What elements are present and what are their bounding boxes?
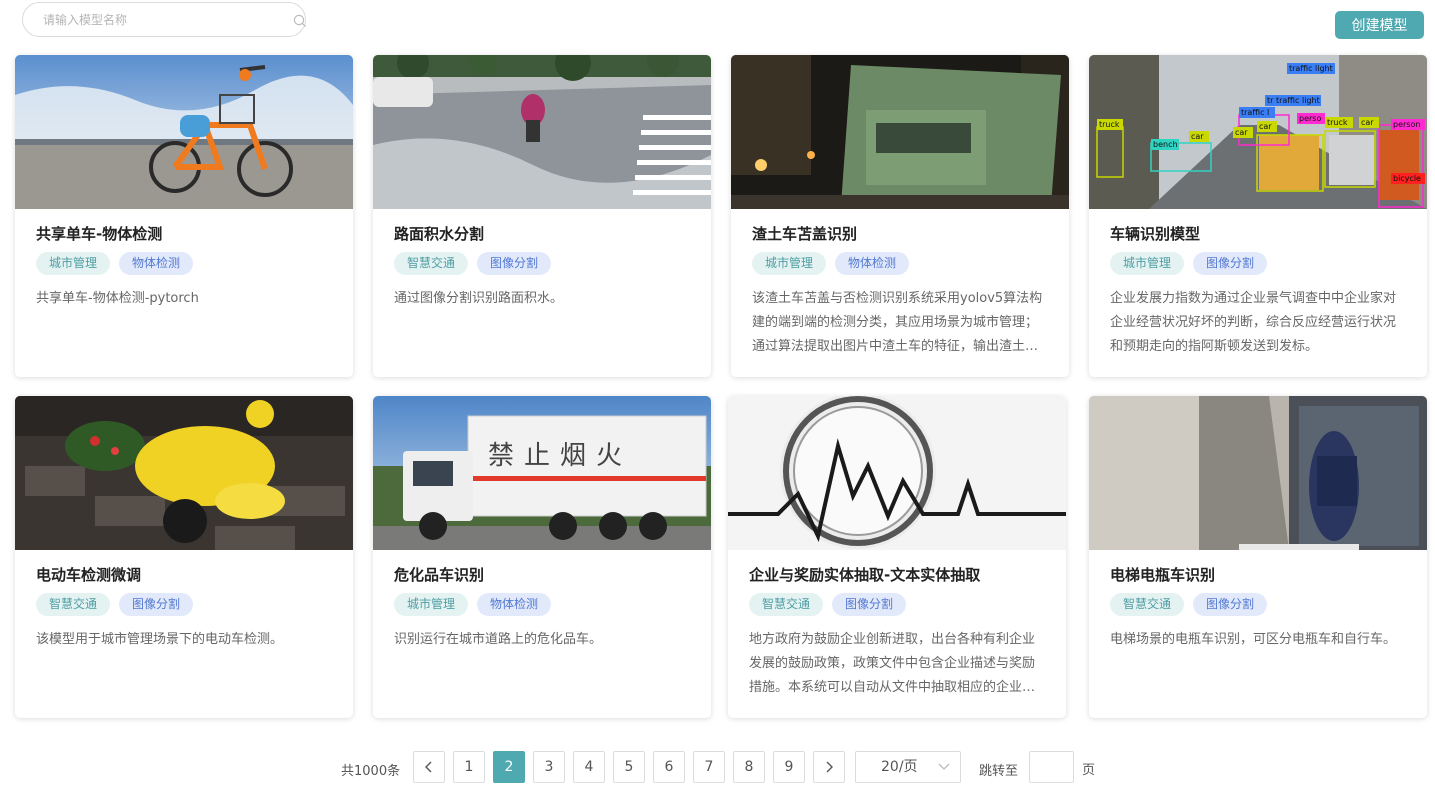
detection-label: perso <box>1299 114 1321 123</box>
search-icon[interactable] <box>293 14 307 28</box>
tag-scenario: 城市管理 <box>394 593 469 616</box>
page-size-select[interactable]: 20/页 <box>855 751 961 783</box>
model-thumbnail <box>15 396 353 550</box>
create-model-button[interactable]: 创建模型 <box>1335 11 1424 39</box>
model-title[interactable]: 渣土车苫盖识别 <box>752 223 857 244</box>
total-count: 共1000条 <box>341 764 401 779</box>
page-button-current[interactable]: 2 <box>493 751 525 783</box>
model-title[interactable]: 电梯电瓶车识别 <box>1110 564 1215 585</box>
tag-scenario: 城市管理 <box>36 252 111 275</box>
model-card[interactable]: 禁止烟火 危化品车识别 城市管理 物体检测 识别运行在城市道路上的危化品车。 <box>373 396 711 718</box>
tag-list: 智慧交通 图像分割 <box>749 593 907 617</box>
tag-scenario: 智慧交通 <box>394 252 469 275</box>
model-card[interactable]: traffic light tr traffic light traffic l… <box>1089 55 1427 377</box>
search-input[interactable] <box>43 11 263 29</box>
detection-label: tr traffic light <box>1267 96 1320 105</box>
jump-page-input[interactable] <box>1029 751 1074 783</box>
model-description: 识别运行在城市道路上的危化品车。 <box>394 632 603 647</box>
model-description: 电梯场景的电瓶车识别，可区分电瓶车和自行车。 <box>1110 632 1397 647</box>
model-title[interactable]: 车辆识别模型 <box>1110 223 1200 244</box>
tag-list: 城市管理 物体检测 <box>36 252 194 276</box>
detection-label: bench <box>1153 140 1178 149</box>
model-description: 该模型用于城市管理场景下的电动车检测。 <box>36 632 284 647</box>
page-button[interactable]: 1 <box>453 751 485 783</box>
model-card[interactable]: 企业与奖励实体抽取-文本实体抽取 智慧交通 图像分割 地方政府为鼓励企业创新进取… <box>728 396 1066 718</box>
tag-task: 物体检测 <box>835 252 910 275</box>
page-button[interactable]: 5 <box>613 751 645 783</box>
tag-list: 城市管理 图像分割 <box>1110 252 1268 276</box>
model-thumbnail <box>1089 396 1427 550</box>
model-title[interactable]: 电动车检测微调 <box>36 564 141 585</box>
tag-task: 图像分割 <box>832 593 907 616</box>
model-title[interactable]: 路面积水分割 <box>394 223 484 244</box>
prev-page-button[interactable] <box>413 751 445 783</box>
chevron-down-icon <box>938 763 950 770</box>
tag-list: 城市管理 物体检测 <box>752 252 910 276</box>
tag-task: 图像分割 <box>1193 593 1268 616</box>
detection-label: car <box>1361 118 1374 127</box>
model-thumbnail: 禁止烟火 <box>373 396 711 550</box>
model-card[interactable]: 渣土车苫盖识别 城市管理 物体检测 该渣土车苫盖与否检测识别系统采用yolov5… <box>731 55 1069 377</box>
detection-label: traffic light <box>1289 64 1333 73</box>
tag-scenario: 智慧交通 <box>1110 593 1185 616</box>
jump-suffix: 页 <box>1082 763 1096 778</box>
model-thumbnail <box>731 55 1069 209</box>
model-description: 企业发展力指数为通过企业景气调查中中企业家对企业经营状况好坏的判断，综合反应经营… <box>1110 291 1397 354</box>
jump-label: 跳转至 <box>979 764 1019 779</box>
model-card[interactable]: 共享单车-物体检测 城市管理 物体检测 共享单车-物体检测-pytorch <box>15 55 353 377</box>
detection-label: car <box>1235 128 1248 137</box>
tag-list: 城市管理 物体检测 <box>394 593 552 617</box>
detection-label: person <box>1393 120 1420 129</box>
page-button[interactable]: 6 <box>653 751 685 783</box>
tag-task: 图像分割 <box>1193 252 1268 275</box>
next-page-button[interactable] <box>813 751 845 783</box>
model-description: 通过图像分割识别路面积水。 <box>394 291 564 306</box>
detection-label: car <box>1191 132 1204 141</box>
page-button[interactable]: 4 <box>573 751 605 783</box>
detection-label: bicycle <box>1393 174 1421 183</box>
page-button[interactable]: 3 <box>533 751 565 783</box>
tag-scenario: 智慧交通 <box>36 593 111 616</box>
tag-scenario: 城市管理 <box>752 252 827 275</box>
search-box[interactable] <box>22 2 307 37</box>
model-thumbnail <box>15 55 353 209</box>
detection-label: truck <box>1327 118 1348 127</box>
model-thumbnail <box>373 55 711 209</box>
model-title[interactable]: 危化品车识别 <box>394 564 484 585</box>
chevron-left-icon <box>425 761 432 773</box>
tag-scenario: 智慧交通 <box>749 593 824 616</box>
page-button[interactable]: 8 <box>733 751 765 783</box>
tag-list: 智慧交通 图像分割 <box>394 252 552 276</box>
tag-list: 智慧交通 图像分割 <box>36 593 194 617</box>
detection-label: traffic l <box>1241 108 1269 117</box>
pagination: 共1000条 1 2 3 4 5 6 7 8 9 20/页 跳转至 页 <box>0 751 1435 783</box>
page-button[interactable]: 7 <box>693 751 725 783</box>
model-title[interactable]: 企业与奖励实体抽取-文本实体抽取 <box>749 564 980 585</box>
model-card[interactable]: 电动车检测微调 智慧交通 图像分割 该模型用于城市管理场景下的电动车检测。 <box>15 396 353 718</box>
detection-label: car <box>1259 122 1272 131</box>
tag-task: 图像分割 <box>477 252 552 275</box>
model-card[interactable]: 电梯电瓶车识别 智慧交通 图像分割 电梯场景的电瓶车识别，可区分电瓶车和自行车。 <box>1089 396 1427 718</box>
page-button[interactable]: 9 <box>773 751 805 783</box>
chevron-right-icon <box>826 761 833 773</box>
model-thumbnail <box>728 396 1066 550</box>
page-size-value: 20/页 <box>881 759 918 775</box>
tag-task: 物体检测 <box>119 252 194 275</box>
model-description: 地方政府为鼓励企业创新进取，出台各种有利企业发展的鼓励政策，政策文件中包含企业描… <box>749 632 1036 695</box>
detection-label: truck <box>1099 120 1120 129</box>
model-thumbnail: traffic light tr traffic light traffic l… <box>1089 55 1427 209</box>
truck-sign-text: 禁止烟火 <box>488 441 632 471</box>
model-description: 该渣土车苫盖与否检测识别系统采用yolov5算法构建的端到端的检测分类，其应用场… <box>752 291 1043 354</box>
tag-task: 物体检测 <box>477 593 552 616</box>
tag-task: 图像分割 <box>119 593 194 616</box>
model-card[interactable]: 路面积水分割 智慧交通 图像分割 通过图像分割识别路面积水。 <box>373 55 711 377</box>
tag-list: 智慧交通 图像分割 <box>1110 593 1268 617</box>
tag-scenario: 城市管理 <box>1110 252 1185 275</box>
model-title[interactable]: 共享单车-物体检测 <box>36 223 162 244</box>
model-description: 共享单车-物体检测-pytorch <box>36 291 199 306</box>
